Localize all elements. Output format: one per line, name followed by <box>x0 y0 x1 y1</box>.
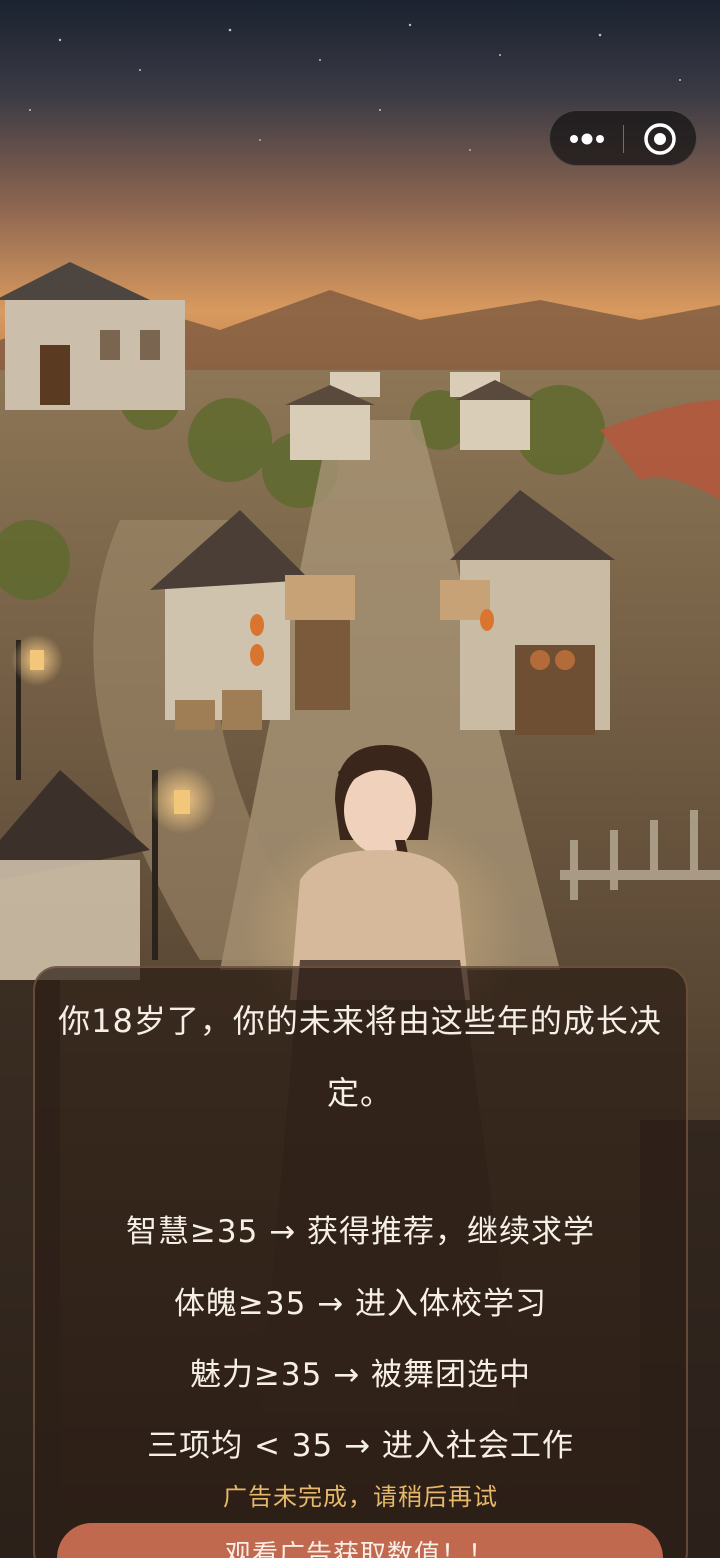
mini-program-capsule <box>549 110 697 166</box>
story-intro-text: 你18岁了，你的未来将由这些年的成长决定。 <box>58 1002 662 1112</box>
rule-physique: 体魄≥35 → 进入体校学习 <box>173 1286 548 1322</box>
rule-charm: 魅力≥35 → 被舞团选中 <box>189 1357 532 1393</box>
rule-wisdom: 智慧≥35 → 获得推荐，继续求学 <box>125 1214 596 1250</box>
target-circle-icon <box>644 123 676 155</box>
rule-work: 三项均 < 35 → 进入社会工作 <box>147 1428 574 1464</box>
more-button[interactable] <box>550 111 623 167</box>
ad-toast-message: 广告未完成，请稍后再试 <box>223 1483 498 1511</box>
close-button[interactable] <box>624 111 698 167</box>
more-dots-icon <box>570 133 604 145</box>
watch-ad-button[interactable]: 观看广告获取数值！！ <box>57 1523 663 1558</box>
